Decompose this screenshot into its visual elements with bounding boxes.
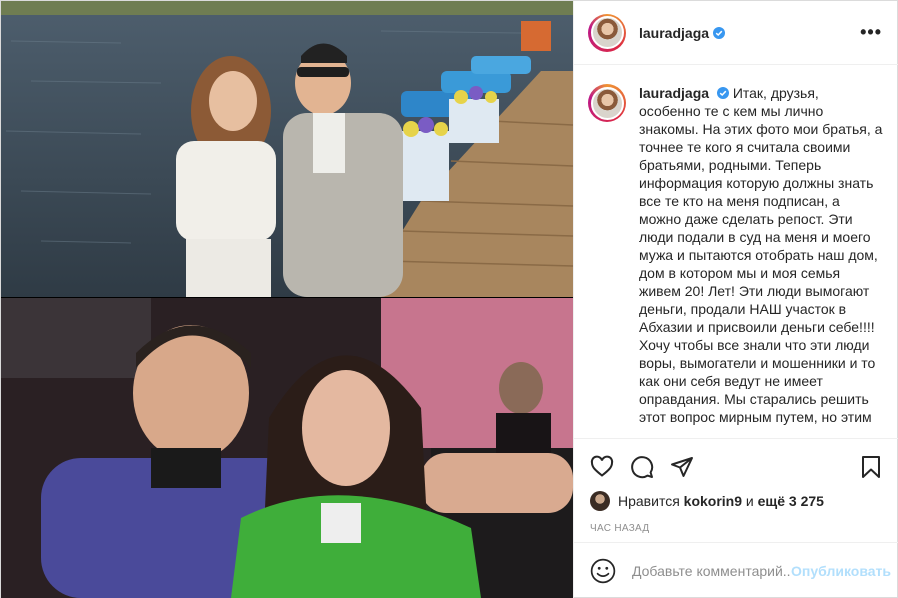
post-header: lauradjaga ••• (574, 1, 898, 65)
publish-button[interactable]: Опубликовать (791, 563, 891, 579)
action-area: Нравится kokorin9 и ещё 3 275 час назад (574, 438, 898, 542)
share-icon[interactable] (670, 455, 694, 479)
post-timestamp[interactable]: час назад (574, 511, 898, 534)
profile-avatar[interactable] (590, 16, 624, 49)
caption-avatar[interactable] (590, 86, 624, 120)
photo-lake-pier-image (1, 1, 573, 297)
caption-body: Итак, друзья, особенно те с кем мы лично… (639, 85, 883, 425)
likes-others[interactable]: ещё 3 275 (758, 493, 824, 509)
comments-section[interactable]: lauradjaga Итак, друзья, особенно те с к… (574, 66, 898, 438)
post-side-panel: lauradjaga ••• lauradjaga Итак, друзья, … (573, 1, 898, 598)
photo-restaurant-image (1, 298, 573, 598)
likes-connector: и (745, 493, 754, 509)
action-bar (574, 439, 898, 483)
caption-text: lauradjaga Итак, друзья, особенно те с к… (639, 84, 883, 438)
liker-avatar[interactable] (590, 491, 610, 511)
bookmark-icon[interactable] (859, 455, 883, 479)
comment-input[interactable] (632, 562, 792, 579)
photo-restaurant (1, 298, 573, 598)
comment-icon[interactable] (630, 455, 654, 479)
more-options-button[interactable]: ••• (860, 22, 882, 43)
profile-avatar-ring[interactable] (588, 13, 626, 52)
heart-icon[interactable] (590, 455, 614, 479)
verified-badge-icon (713, 26, 726, 39)
instagram-post: lauradjaga ••• lauradjaga Итак, друзья, … (0, 0, 898, 598)
caption-avatar-ring[interactable] (588, 84, 626, 122)
likes-prefix: Нравится (618, 493, 680, 509)
post-media[interactable] (1, 1, 573, 598)
add-comment-bar: Опубликовать (574, 542, 898, 598)
likes-user[interactable]: kokorin9 (684, 493, 742, 509)
header-username[interactable]: lauradjaga (639, 25, 709, 41)
photo-lake-pier (1, 1, 573, 297)
caption-verified-badge-icon (716, 87, 729, 99)
emoji-icon[interactable] (590, 558, 616, 584)
likes-row: Нравится kokorin9 и ещё 3 275 (574, 483, 898, 511)
caption-username[interactable]: lauradjaga (639, 85, 709, 101)
